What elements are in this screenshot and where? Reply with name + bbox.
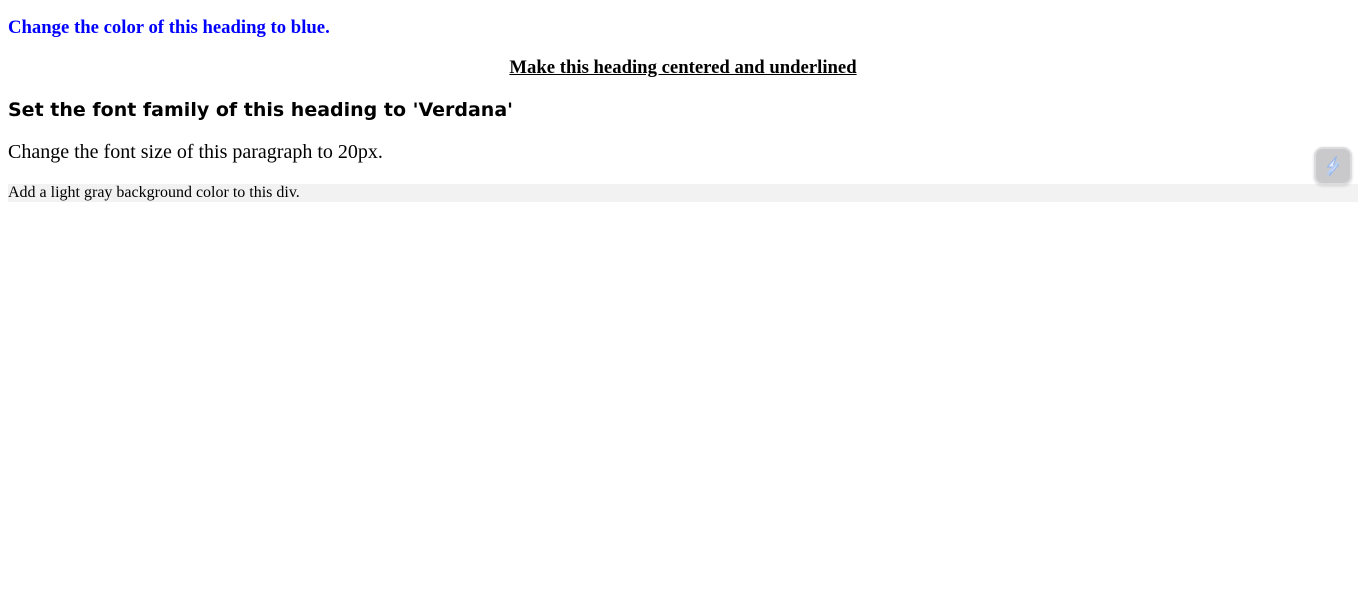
- gray-background-div: Add a light gray background color to thi…: [8, 184, 1358, 202]
- blue-heading: Change the color of this heading to blue…: [8, 17, 330, 38]
- centered-underlined-heading: Make this heading centered and underline…: [509, 57, 857, 78]
- font-size-paragraph: Change the font size of this paragraph t…: [8, 141, 383, 163]
- verdana-heading: Set the font family of this heading to '…: [8, 99, 513, 121]
- lightning-bolt-icon: [1321, 154, 1345, 178]
- extension-button[interactable]: [1314, 147, 1352, 185]
